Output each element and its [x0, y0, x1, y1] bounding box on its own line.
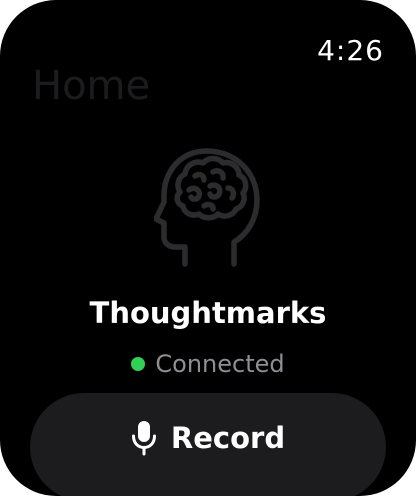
record-button[interactable]: Record [30, 393, 386, 496]
watch-screen: 4:26 Home Thoughtmarks Connected Record [0, 0, 416, 496]
clock-time: 4:26 [317, 34, 384, 67]
head-brain-icon [154, 148, 260, 267]
microphone-icon [131, 421, 156, 456]
app-name: Thoughtmarks [89, 296, 327, 330]
status-label: Connected [155, 350, 285, 378]
status-dot-icon [131, 357, 146, 371]
connection-status: Connected [0, 348, 416, 380]
record-label: Record [170, 421, 286, 455]
page-title: Home [32, 63, 151, 109]
